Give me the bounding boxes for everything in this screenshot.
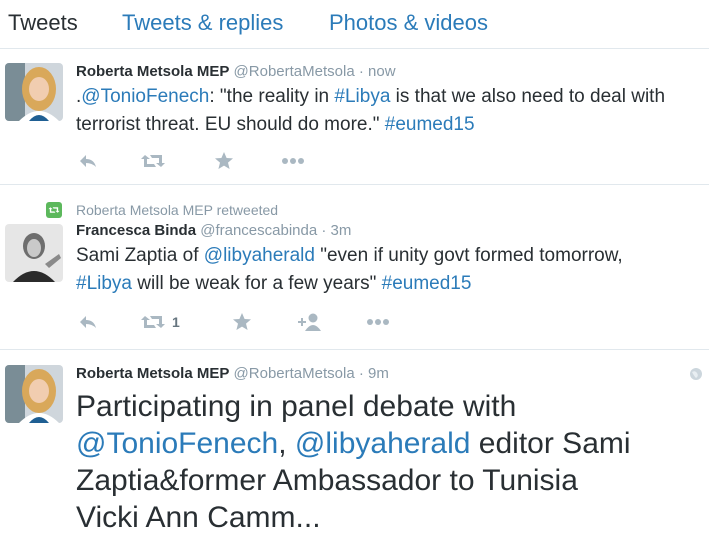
author-handle[interactable]: @RobertaMetsola: [234, 365, 355, 382]
retweet-icon: [141, 316, 165, 328]
retweet-icon[interactable]: [140, 149, 166, 173]
retweet-badge-icon: [46, 202, 62, 218]
tweet-text: .@TonioFenech: "the reality in #Libya is…: [76, 83, 665, 139]
author-name[interactable]: Roberta Metsola MEP: [76, 365, 229, 382]
reply-icon[interactable]: [78, 149, 98, 173]
author-name[interactable]: Roberta Metsola MEP: [76, 63, 229, 80]
favorite-star-icon[interactable]: [214, 149, 234, 173]
avatar[interactable]: [5, 365, 63, 423]
hashtag-link[interactable]: #eumed15: [382, 273, 472, 294]
profile-tabs: Tweets Tweets & replies Photos & videos: [0, 0, 709, 49]
text-segment: Zaptia&former Ambassador to Tunisia: [76, 464, 578, 497]
separator: ·: [358, 63, 364, 80]
hashtag-link[interactable]: #Libya: [76, 273, 132, 294]
text-segment: is that we also need to deal with: [390, 86, 666, 107]
text-segment: editor Sami: [470, 427, 631, 460]
hashtag-link[interactable]: #Libya: [334, 86, 390, 107]
avatar[interactable]: [5, 63, 63, 121]
timestamp[interactable]: now: [368, 63, 396, 80]
timestamp[interactable]: 9m: [368, 365, 389, 382]
author-handle[interactable]: @RobertaMetsola: [234, 63, 355, 80]
tweet-header: Roberta Metsola MEP @RobertaMetsola · 9m: [76, 365, 389, 382]
author-handle[interactable]: @francescabinda: [200, 222, 317, 239]
text-segment: ,: [278, 427, 295, 460]
reply-icon[interactable]: [78, 310, 98, 334]
text-segment: : "the reality in: [209, 86, 335, 107]
separator: ·: [321, 222, 327, 239]
text-segment: Participating in panel debate with: [76, 390, 517, 423]
mention-link[interactable]: @TonioFenech: [76, 427, 278, 460]
timestamp[interactable]: 3m: [331, 222, 352, 239]
tab-photos-and-videos[interactable]: Photos & videos: [329, 10, 488, 36]
text-segment: will be weak for a few years": [132, 273, 382, 294]
retweet-button[interactable]: 1: [140, 310, 180, 334]
tweet-1[interactable]: Roberta Metsola MEP @RobertaMetsola · no…: [0, 49, 709, 185]
text-segment: Sami Zaptia of: [76, 245, 204, 266]
text-segment: Vicki Ann Camm...: [76, 501, 321, 534]
mention-link[interactable]: @libyaherald: [204, 245, 315, 266]
more-options-icon[interactable]: [281, 149, 305, 173]
retweet-count: 1: [172, 314, 180, 330]
avatar[interactable]: [5, 224, 63, 282]
tweet-header: Francesca Binda @francescabinda · 3m: [76, 222, 351, 239]
favorite-star-icon[interactable]: [232, 310, 252, 334]
tweet-2[interactable]: Roberta Metsola MEP retweeted Francesca …: [0, 185, 709, 350]
tab-tweets[interactable]: Tweets: [8, 10, 78, 36]
mention-link[interactable]: @libyaherald: [295, 427, 471, 460]
retweet-context[interactable]: Roberta Metsola MEP retweeted: [76, 202, 278, 218]
globe-icon[interactable]: [689, 367, 703, 386]
tweet-3[interactable]: Roberta Metsola MEP @RobertaMetsola · 9m…: [0, 350, 709, 534]
tweet-text: Sami Zaptia of @libyaherald "even if uni…: [76, 242, 623, 298]
separator: ·: [358, 365, 364, 382]
author-name[interactable]: Francesca Binda: [76, 222, 196, 239]
hashtag-link[interactable]: #eumed15: [385, 114, 475, 135]
text-segment: "even if unity govt formed tomorrow,: [314, 245, 623, 266]
tab-tweets-and-replies[interactable]: Tweets & replies: [122, 10, 283, 36]
mention-link[interactable]: @TonioFenech: [81, 86, 209, 107]
more-options-icon[interactable]: [366, 310, 390, 334]
text-segment: terrorist threat. EU should do more.": [76, 114, 385, 135]
follow-user-icon[interactable]: [298, 310, 324, 334]
tweet-header: Roberta Metsola MEP @RobertaMetsola · no…: [76, 63, 396, 80]
